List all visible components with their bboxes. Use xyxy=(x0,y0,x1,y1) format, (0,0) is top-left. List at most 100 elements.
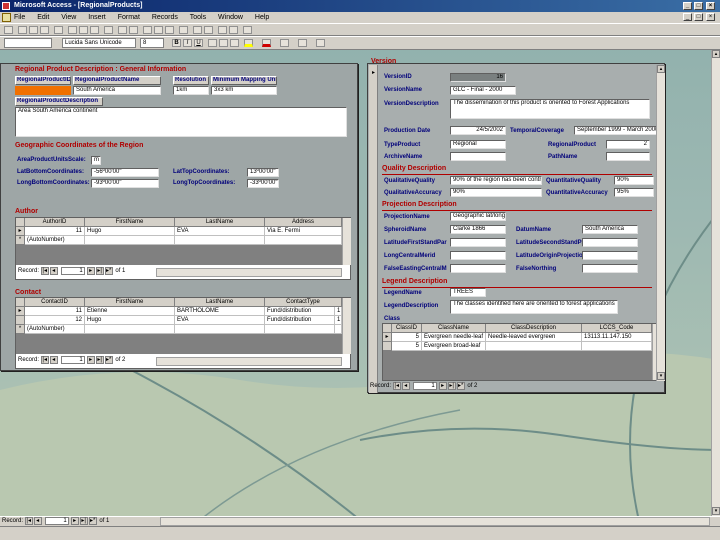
table-row-cell[interactable] xyxy=(582,342,652,351)
record-number-input[interactable]: 1 xyxy=(60,267,85,275)
help-icon[interactable] xyxy=(243,26,252,34)
cut-icon[interactable] xyxy=(68,26,77,34)
qual-quality-field[interactable]: 90% of the region has been controlled xyxy=(450,176,542,185)
align-right-icon[interactable] xyxy=(230,39,239,47)
print-icon[interactable] xyxy=(29,26,38,34)
table-row-cell[interactable] xyxy=(265,325,335,334)
menu-file[interactable]: File xyxy=(14,14,25,21)
version-description-field[interactable]: The dissemination of this product is ori… xyxy=(450,99,650,119)
table-row-cell[interactable] xyxy=(85,325,175,334)
first-record-icon[interactable]: |◂ xyxy=(40,356,49,364)
new-record-selector-icon[interactable]: * xyxy=(16,236,25,245)
menu-view[interactable]: View xyxy=(61,14,76,21)
scroll-down-icon[interactable]: ▾ xyxy=(712,507,720,515)
author-vscroll[interactable] xyxy=(342,218,351,265)
author-hscroll[interactable] xyxy=(156,268,342,277)
sort-desc-icon[interactable] xyxy=(129,26,138,34)
mmu-field[interactable]: 3x3 km xyxy=(211,86,277,95)
record-number-input[interactable]: 1 xyxy=(60,356,85,364)
table-row-cell[interactable]: 11 xyxy=(25,227,85,236)
quant-accuracy-field[interactable]: 95% xyxy=(614,188,654,197)
record-number-input[interactable]: 1 xyxy=(44,517,69,525)
table-row-cell[interactable]: Hugo xyxy=(85,227,175,236)
print-preview-icon[interactable] xyxy=(40,26,49,34)
table-row-cell[interactable]: Evergreen needle-leaf xyxy=(422,333,486,342)
menu-format[interactable]: Format xyxy=(118,14,140,21)
new-record-nav-icon[interactable]: ▸* xyxy=(456,382,465,390)
new-record-selector-icon[interactable]: * xyxy=(16,325,25,334)
doc-restore-icon[interactable]: □ xyxy=(694,13,703,21)
table-row-cell[interactable]: 5 xyxy=(392,342,422,351)
type-product-field[interactable]: Regional xyxy=(450,140,506,149)
regional-product-field[interactable]: 2 xyxy=(606,140,650,149)
contact-vscroll[interactable] xyxy=(342,298,351,354)
bold-icon[interactable]: B xyxy=(172,39,181,47)
menu-window[interactable]: Window xyxy=(218,14,243,21)
prev-record-icon[interactable]: ◂ xyxy=(33,517,42,525)
table-row-cell[interactable] xyxy=(175,236,265,245)
view-icon[interactable] xyxy=(4,26,13,34)
copy-icon[interactable] xyxy=(79,26,88,34)
save-icon[interactable] xyxy=(18,26,27,34)
align-center-icon[interactable] xyxy=(219,39,228,47)
author-select-all[interactable] xyxy=(16,218,25,227)
table-row-cell[interactable]: 11 xyxy=(25,307,85,316)
minimize-icon[interactable]: _ xyxy=(683,2,692,10)
table-row-cell[interactable]: Etienne xyxy=(85,307,175,316)
prev-record-icon[interactable]: ◂ xyxy=(401,382,410,390)
false-easting-field[interactable] xyxy=(450,264,506,273)
class-col-classdescription[interactable]: ClassDescription xyxy=(486,324,582,333)
temporal-coverage-field[interactable]: September 1999 - March 2000 xyxy=(574,126,658,135)
author-col-lastname[interactable]: LastName xyxy=(175,218,265,227)
next-record-icon[interactable]: ▸ xyxy=(70,517,79,525)
table-row-cell[interactable] xyxy=(175,325,265,334)
form-vscroll[interactable]: ▴ ▾ xyxy=(711,50,720,516)
lat-bottom-field[interactable]: -56º00'00" xyxy=(91,168,159,177)
contact-col-contacttype[interactable]: ContactType xyxy=(265,298,342,307)
form-hscroll[interactable] xyxy=(160,517,710,526)
font-select[interactable]: Lucida Sans Unicode xyxy=(62,38,136,48)
prev-record-icon[interactable]: ◂ xyxy=(49,356,58,364)
next-record-icon[interactable]: ▸ xyxy=(86,267,95,275)
row-selector[interactable] xyxy=(16,316,25,325)
table-row-cell[interactable] xyxy=(85,236,175,245)
table-row-cell[interactable]: (AutoNumber) xyxy=(25,236,85,245)
long-central-field[interactable] xyxy=(450,251,506,260)
undo-icon[interactable] xyxy=(104,26,113,34)
last-record-icon[interactable]: ▸| xyxy=(95,356,104,364)
menu-help[interactable]: Help xyxy=(255,14,269,21)
record-selector-icon[interactable]: ▸ xyxy=(16,227,25,236)
last-record-icon[interactable]: ▸| xyxy=(79,517,88,525)
class-col-lccscode[interactable]: LCCS_Code xyxy=(582,324,652,333)
author-col-firstname[interactable]: FirstName xyxy=(85,218,175,227)
new-record-nav-icon[interactable]: ▸* xyxy=(104,267,113,275)
contact-col-lastname[interactable]: LastName xyxy=(175,298,265,307)
table-row-cell[interactable] xyxy=(335,325,342,334)
find-icon[interactable] xyxy=(179,26,188,34)
legend-name-field[interactable]: TREES xyxy=(450,288,486,297)
quant-quality-field[interactable]: 90% xyxy=(614,176,654,185)
scroll-up-icon[interactable]: ▴ xyxy=(657,65,665,73)
first-record-icon[interactable]: |◂ xyxy=(24,517,33,525)
underline-icon[interactable]: U xyxy=(194,39,203,47)
record-number-input[interactable]: 1 xyxy=(412,382,437,390)
object-select[interactable] xyxy=(4,38,52,48)
delete-record-icon[interactable] xyxy=(204,26,213,34)
version-vscroll[interactable]: ▴ ▾ xyxy=(656,65,665,381)
table-row-cell[interactable] xyxy=(486,342,582,351)
version-id-field[interactable]: 16 xyxy=(450,73,506,82)
last-record-icon[interactable]: ▸| xyxy=(95,267,104,275)
menu-tools[interactable]: Tools xyxy=(190,14,206,21)
lat-origin-field[interactable] xyxy=(582,251,638,260)
scroll-down-icon[interactable]: ▾ xyxy=(657,372,665,380)
table-row-cell[interactable]: EVA xyxy=(175,227,265,236)
class-col-classname[interactable]: ClassName xyxy=(422,324,486,333)
spheroid-field[interactable]: Clarke 1866 xyxy=(450,225,506,234)
first-record-icon[interactable]: |◂ xyxy=(392,382,401,390)
spelling-icon[interactable] xyxy=(54,26,63,34)
path-name-field[interactable] xyxy=(606,152,650,161)
table-row-cell[interactable] xyxy=(265,236,342,245)
line-width-icon[interactable] xyxy=(298,39,307,47)
scroll-up-icon[interactable]: ▴ xyxy=(712,50,720,58)
table-row-cell[interactable]: 1 xyxy=(335,307,342,316)
